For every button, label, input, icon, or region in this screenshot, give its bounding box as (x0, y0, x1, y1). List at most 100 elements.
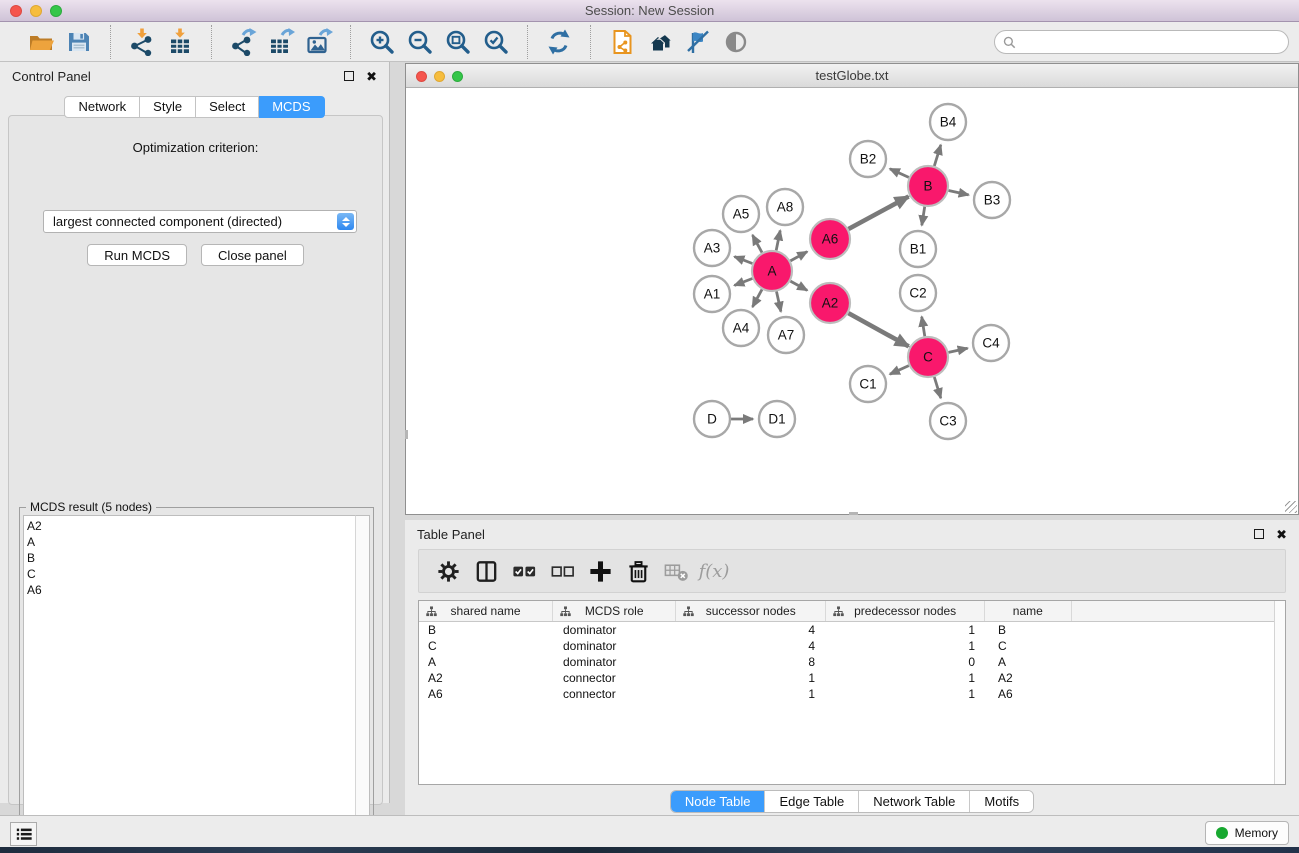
mcds-result-item[interactable]: A6 (27, 582, 356, 598)
edge-A-A1[interactable] (734, 279, 752, 286)
task-history-button[interactable] (10, 822, 37, 846)
column-header-mcds-role[interactable]: MCDS role (553, 601, 676, 621)
graph-node-D1[interactable]: D1 (759, 401, 795, 437)
table-settings-icon[interactable] (433, 556, 463, 586)
graph-node-A8[interactable]: A8 (767, 189, 803, 225)
resize-grip-icon[interactable] (1285, 501, 1297, 513)
edge-B-B2[interactable] (890, 169, 909, 178)
graph-node-A5[interactable]: A5 (723, 196, 759, 232)
import-network-icon[interactable] (128, 28, 156, 56)
edge-A-A5[interactable] (753, 235, 763, 253)
edge-A-A4[interactable] (753, 289, 763, 307)
column-header-shared-name[interactable]: shared name (419, 601, 553, 621)
tab-node-table[interactable]: Node Table (671, 791, 766, 812)
run-mcds-button[interactable]: Run MCDS (87, 244, 187, 266)
show-columns-icon[interactable] (471, 556, 501, 586)
mcds-result-item[interactable]: A2 (27, 518, 356, 534)
graph-node-A[interactable]: A (752, 251, 792, 291)
criterion-dropdown[interactable]: largest connected component (directed) (43, 210, 357, 233)
export-image-icon[interactable] (305, 28, 333, 56)
mcds-result-item[interactable]: B (27, 550, 356, 566)
first-neighbors-icon[interactable] (646, 28, 674, 56)
zoom-in-icon[interactable] (368, 28, 396, 56)
network-canvas[interactable]: B4B2BB3B1A5A8A6A3AA1A2C2A4A7C4CC1C3DD1 (407, 89, 1297, 514)
close-panel-button[interactable]: Close panel (201, 244, 304, 266)
zoom-fit-icon[interactable] (444, 28, 472, 56)
table-close-panel-icon[interactable]: ✖ (1276, 528, 1287, 541)
close-panel-icon[interactable]: ✖ (366, 70, 377, 83)
save-session-icon[interactable] (65, 28, 93, 56)
table-row[interactable]: Cdominator41C (419, 638, 1285, 654)
new-network-from-selection-icon[interactable] (608, 28, 636, 56)
add-column-icon[interactable] (585, 556, 615, 586)
deselect-all-rows-icon[interactable] (547, 556, 577, 586)
tab-edge-table[interactable]: Edge Table (765, 791, 859, 812)
network-window-titlebar[interactable]: testGlobe.txt (406, 64, 1298, 88)
mcds-result-list[interactable]: A2ABCA6 (23, 515, 357, 849)
table-row[interactable]: A6connector11A6 (419, 686, 1285, 702)
search-field[interactable] (994, 30, 1289, 54)
graph-node-B4[interactable]: B4 (930, 104, 966, 140)
edge-B-B1[interactable] (922, 207, 925, 226)
edge-A2-C[interactable] (848, 313, 908, 346)
edge-C-C4[interactable] (949, 348, 968, 352)
graph-node-A4[interactable]: A4 (723, 310, 759, 346)
column-header-name[interactable]: name (985, 601, 1071, 621)
graph-node-C1[interactable]: C1 (850, 366, 886, 402)
tab-motifs[interactable]: Motifs (970, 791, 1033, 812)
float-panel-icon[interactable] (344, 71, 354, 81)
graph-node-B2[interactable]: B2 (850, 141, 886, 177)
graph-node-C2[interactable]: C2 (900, 275, 936, 311)
refresh-view-icon[interactable] (545, 28, 573, 56)
graph-node-C4[interactable]: C4 (973, 325, 1009, 361)
edge-A-A8[interactable] (776, 231, 780, 251)
tab-network-table[interactable]: Network Table (859, 791, 970, 812)
graph-node-A3[interactable]: A3 (694, 230, 730, 266)
tab-select[interactable]: Select (196, 96, 259, 118)
graph-node-A1[interactable]: A1 (694, 276, 730, 312)
table-row[interactable]: Adominator80A (419, 654, 1285, 670)
graph-node-D[interactable]: D (694, 401, 730, 437)
edge-A-A6[interactable] (790, 252, 807, 261)
edge-B-B4[interactable] (934, 145, 941, 166)
graph-node-A7[interactable]: A7 (768, 317, 804, 353)
graph-node-B[interactable]: B (908, 166, 948, 206)
mcds-result-item[interactable]: A (27, 534, 356, 550)
export-table-icon[interactable] (267, 28, 295, 56)
table-row[interactable]: Bdominator41B (419, 622, 1285, 638)
zoom-window-button[interactable] (50, 5, 62, 17)
select-all-rows-icon[interactable] (509, 556, 539, 586)
edge-C-C3[interactable] (934, 377, 941, 398)
edge-A-A3[interactable] (734, 257, 752, 264)
memory-button[interactable]: Memory (1205, 821, 1289, 845)
table-scrollbar[interactable] (1274, 601, 1285, 784)
column-header-successor-nodes[interactable]: successor nodes (676, 601, 826, 621)
table-row[interactable]: A2connector11A2 (419, 670, 1285, 686)
graph-node-C[interactable]: C (908, 337, 948, 377)
show-hide-flagged-icon[interactable] (684, 28, 712, 56)
edge-B-B3[interactable] (949, 191, 969, 195)
network-close-button[interactable] (416, 71, 427, 82)
graph-node-C3[interactable]: C3 (930, 403, 966, 439)
mcds-result-item[interactable]: C (27, 566, 356, 582)
network-zoom-button[interactable] (452, 71, 463, 82)
export-network-icon[interactable] (229, 28, 257, 56)
import-table-icon[interactable] (166, 28, 194, 56)
zoom-out-icon[interactable] (406, 28, 434, 56)
close-window-button[interactable] (10, 5, 22, 17)
delete-column-icon[interactable] (623, 556, 653, 586)
tab-network[interactable]: Network (64, 96, 140, 118)
network-minimize-button[interactable] (434, 71, 445, 82)
tab-style[interactable]: Style (140, 96, 196, 118)
graph-node-A6[interactable]: A6 (810, 219, 850, 259)
column-header-predecessor-nodes[interactable]: predecessor nodes (826, 601, 985, 621)
minimize-window-button[interactable] (30, 5, 42, 17)
hide-selected-icon[interactable] (722, 28, 750, 56)
table-float-panel-icon[interactable] (1254, 529, 1264, 539)
resize-handle-left[interactable] (405, 430, 408, 439)
resize-handle-bottom[interactable] (849, 512, 858, 515)
edge-A-A2[interactable] (790, 281, 807, 290)
zoom-selected-icon[interactable] (482, 28, 510, 56)
tab-mcds[interactable]: MCDS (259, 96, 324, 118)
graph-node-B1[interactable]: B1 (900, 231, 936, 267)
